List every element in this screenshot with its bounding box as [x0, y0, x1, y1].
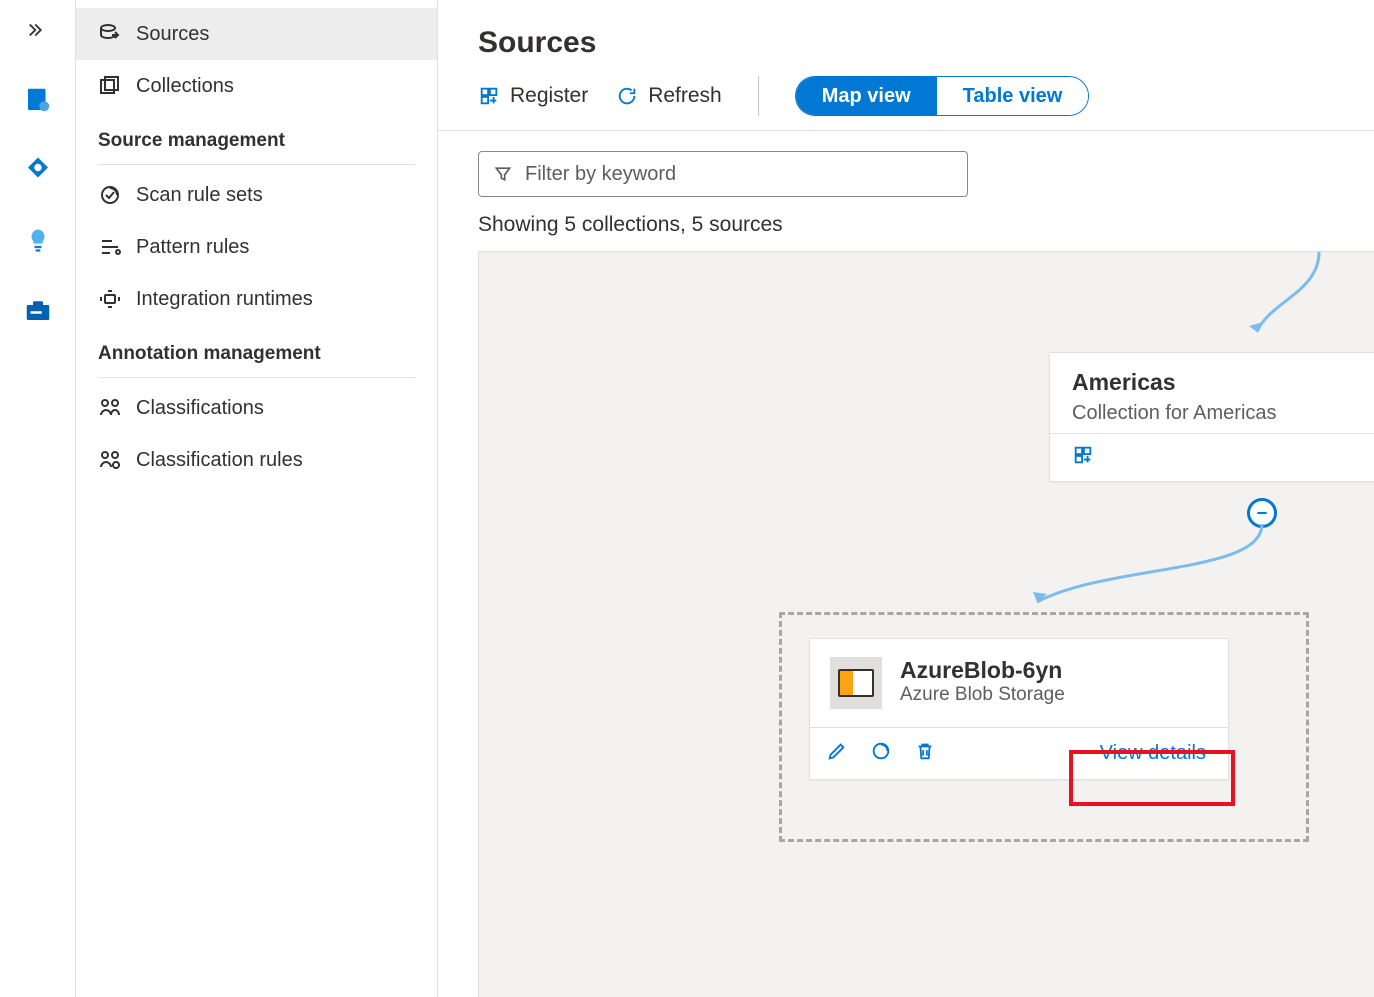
nav-rail	[0, 0, 76, 997]
sidebar-item-label: Classifications	[136, 397, 264, 420]
collection-title: Americas	[1072, 369, 1374, 396]
source-subtitle: Azure Blob Storage	[900, 684, 1065, 706]
register-button[interactable]: Register	[478, 84, 588, 108]
filter-area	[438, 131, 1374, 207]
integration-runtimes-icon	[98, 287, 122, 311]
map-canvas[interactable]: Americas Collection for Americas	[478, 251, 1374, 997]
blob-storage-icon	[830, 657, 882, 709]
view-details-link[interactable]: View details	[1094, 738, 1212, 769]
sidebar-item-pattern-rules[interactable]: Pattern rules	[76, 221, 437, 273]
sidebar-item-label: Integration runtimes	[136, 288, 313, 311]
sidebar-item-label: Scan rule sets	[136, 184, 263, 207]
edit-source-icon[interactable]	[826, 740, 848, 767]
rail-overview-icon[interactable]	[18, 80, 58, 120]
toolbar: Register Refresh Map view Table view	[438, 76, 1374, 131]
main: Sources Register Refresh Map view Table …	[438, 0, 1374, 997]
collection-register-icon[interactable]	[1072, 453, 1094, 470]
sidebar-item-classifications[interactable]: Classifications	[76, 382, 437, 434]
view-toggle: Map view Table view	[795, 76, 1090, 116]
sidebar-section-source-mgmt: Source management	[76, 112, 437, 160]
table-view-toggle[interactable]: Table view	[937, 77, 1089, 115]
refresh-label: Refresh	[648, 84, 722, 108]
sidebar-item-label: Pattern rules	[136, 236, 249, 259]
collections-icon	[98, 74, 122, 98]
scan-source-icon[interactable]	[870, 740, 892, 767]
classifications-icon	[98, 396, 122, 420]
sidebar-item-label: Classification rules	[136, 449, 303, 472]
sidebar-section-annotation-mgmt: Annotation management	[76, 325, 437, 373]
rail-insights-icon[interactable]	[18, 220, 58, 260]
toolbar-divider	[758, 76, 759, 116]
sidebar-item-classification-rules[interactable]: Classification rules	[76, 434, 437, 486]
source-card-azureblob[interactable]: AzureBlob-6yn Azure Blob Storage View de…	[809, 638, 1229, 780]
delete-source-icon[interactable]	[914, 740, 936, 767]
collection-subtitle: Collection for Americas	[1072, 402, 1374, 425]
sidebar-item-collections[interactable]: Collections	[76, 60, 437, 112]
filter-input[interactable]	[525, 163, 953, 186]
filter-input-wrapper[interactable]	[478, 151, 968, 197]
pattern-rules-icon	[98, 235, 122, 259]
divider	[98, 164, 415, 165]
rail-sources-icon[interactable]	[18, 150, 58, 190]
source-title: AzureBlob-6yn	[900, 657, 1065, 684]
rail-management-icon[interactable]	[18, 290, 58, 330]
refresh-button[interactable]: Refresh	[616, 84, 722, 108]
sidebar-item-label: Sources	[136, 23, 209, 46]
sidebar: Sources Collections Source management Sc…	[76, 0, 438, 997]
sidebar-item-integration-runtimes[interactable]: Integration runtimes	[76, 273, 437, 325]
edge-to-source	[1009, 524, 1269, 624]
scan-rule-sets-icon	[98, 183, 122, 207]
classification-rules-icon	[98, 448, 122, 472]
sidebar-item-label: Collections	[136, 75, 234, 98]
expand-rail-button[interactable]	[18, 10, 58, 50]
page-title: Sources	[438, 0, 1374, 76]
filter-icon	[493, 164, 513, 184]
collection-card-americas[interactable]: Americas Collection for Americas	[1049, 352, 1374, 482]
register-label: Register	[510, 84, 588, 108]
sources-icon	[98, 22, 122, 46]
sidebar-item-sources[interactable]: Sources	[76, 8, 437, 60]
divider	[98, 377, 415, 378]
showing-text: Showing 5 collections, 5 sources	[438, 207, 1374, 251]
sidebar-item-scan-rule-sets[interactable]: Scan rule sets	[76, 169, 437, 221]
edge-top	[1209, 252, 1329, 362]
map-view-toggle[interactable]: Map view	[796, 77, 937, 115]
